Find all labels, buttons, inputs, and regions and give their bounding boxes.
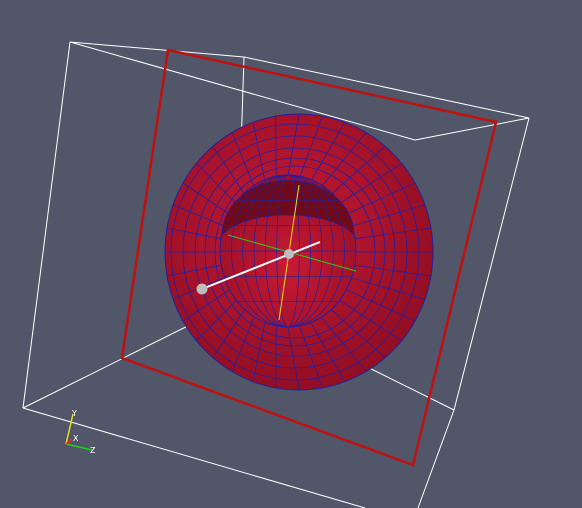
- 3d-scene[interactable]: Y X Z: [0, 0, 582, 508]
- sphere-handle-icon[interactable]: [284, 249, 294, 259]
- sphere-handle-icon[interactable]: [196, 283, 208, 295]
- axis-z-label: Z: [90, 446, 96, 455]
- axis-y-label: Y: [71, 409, 77, 418]
- render-viewport[interactable]: Y X Z: [0, 0, 582, 508]
- axis-x-label: X: [73, 434, 79, 443]
- orientation-axes-icon: Y X Z: [65, 409, 96, 455]
